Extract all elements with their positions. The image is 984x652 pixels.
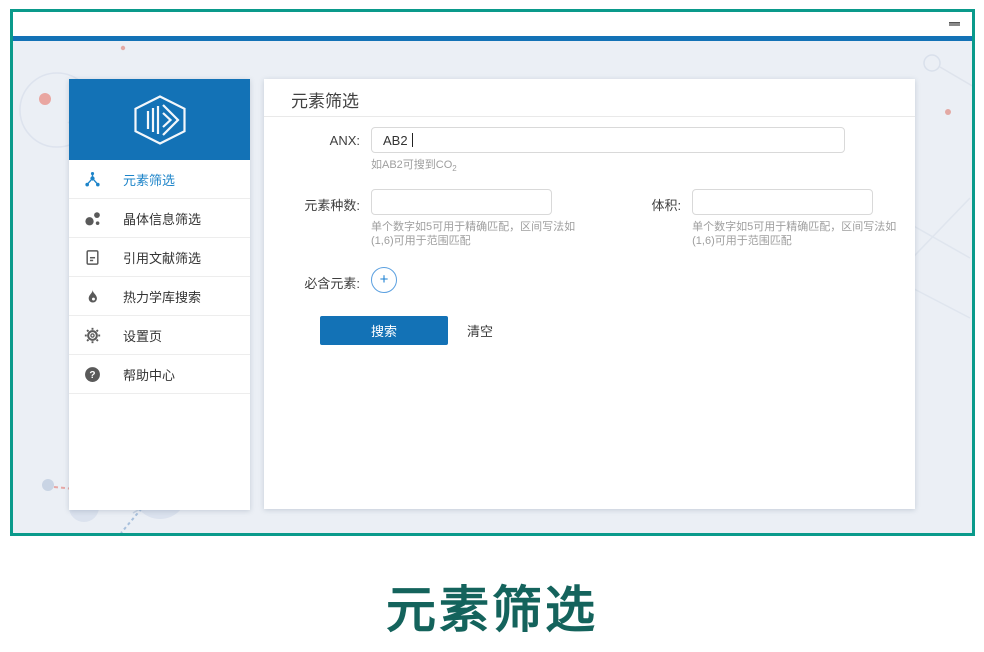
sidebar-item-label: 晶体信息筛选 [123,209,201,228]
molecule-icon [84,171,101,188]
anx-row: ANX: 如AB2可搜到CO2 [264,127,915,176]
filter-panel: 元素筛选 ANX: 如AB2可搜到CO2 元素种数: [264,79,915,509]
count-volume-row: 元素种数: 单个数字如5可用于精确匹配，区间写法如 (1,6)可用于范围匹配 体… [264,189,915,248]
required-elements-label: 必含元素: [264,267,360,292]
anx-label: ANX: [264,127,360,148]
sidebar-item-label: 引用文献筛选 [123,248,201,267]
svg-text:?: ? [89,370,95,381]
minimize-icon[interactable] [949,22,960,26]
clear-button[interactable]: 清空 [467,321,493,340]
required-elements-row: 必含元素: + [264,267,915,293]
document-icon [84,249,101,266]
app-window: 元素筛选 晶体信息筛选 [10,9,975,536]
sidebar-item-citation-filter[interactable]: 引用文献筛选 [69,238,250,277]
filter-form: ANX: 如AB2可搜到CO2 元素种数: 单个数字如5可用 [264,117,915,345]
search-button[interactable]: 搜索 [320,316,448,345]
element-count-hint: 单个数字如5可用于精确匹配，区间写法如 (1,6)可用于范围匹配 [371,220,575,248]
sidebar-item-label: 帮助中心 [123,365,175,384]
volume-input[interactable] [692,189,873,215]
sidebar-item-thermodynamics-search[interactable]: 热力学库搜索 [69,277,250,316]
anx-hint: 如AB2可搜到CO2 [371,158,845,176]
sidebar-item-settings[interactable]: 设置页 [69,316,250,355]
action-row: 搜索 清空 [320,316,915,345]
add-element-button[interactable]: + [371,267,397,293]
sidebar: 元素筛选 晶体信息筛选 [69,79,250,510]
window-titlebar [13,12,972,36]
anx-input[interactable] [371,127,845,153]
sidebar-item-crystal-info-filter[interactable]: 晶体信息筛选 [69,199,250,238]
bubble-chart-icon [84,210,101,227]
sidebar-item-label: 元素筛选 [123,170,175,189]
element-count-input[interactable] [371,189,552,215]
gear-icon [84,327,101,344]
sidebar-logo-header [69,79,250,160]
help-icon: ? [84,366,101,383]
sidebar-item-label: 设置页 [123,326,162,345]
element-count-label: 元素种数: [264,189,360,214]
panel-title: 元素筛选 [264,79,915,117]
app-logo-icon [131,95,189,145]
sidebar-item-label: 热力学库搜索 [123,287,201,306]
sidebar-item-element-filter[interactable]: 元素筛选 [69,160,250,199]
volume-label: 体积: [575,189,681,214]
page-caption: 元素筛选 [0,570,984,642]
volume-hint: 单个数字如5可用于精确匹配，区间写法如 (1,6)可用于范围匹配 [692,220,896,248]
flame-icon [84,288,101,305]
text-cursor [412,133,413,147]
sidebar-item-help-center[interactable]: ? 帮助中心 [69,355,250,394]
content-area: 元素筛选 晶体信息筛选 [13,41,972,533]
